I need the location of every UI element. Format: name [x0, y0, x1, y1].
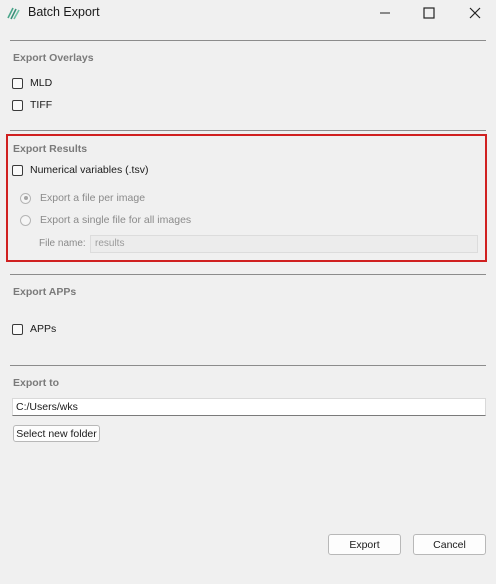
app-logo-icon — [6, 5, 22, 21]
close-button[interactable] — [452, 0, 496, 26]
radio-per-image-row[interactable]: Export a file per image — [20, 190, 145, 206]
apps-heading: Export APPs — [13, 286, 77, 298]
radio-single-file-row[interactable]: Export a single file for all images — [20, 212, 191, 228]
numerical-variables-label: Numerical variables (.tsv) — [30, 164, 149, 176]
file-name-label: File name: — [39, 238, 86, 249]
tiff-label: TIFF — [30, 99, 53, 111]
minimize-button[interactable] — [362, 0, 408, 26]
single-file-radio[interactable] — [20, 214, 31, 226]
maximize-button[interactable] — [406, 0, 452, 26]
select-new-folder-button[interactable]: Select new folder — [13, 425, 100, 442]
per-image-radio[interactable] — [20, 192, 31, 204]
results-heading: Export Results — [13, 143, 88, 155]
export-button[interactable]: Export — [328, 534, 401, 555]
file-name-input[interactable]: results — [90, 235, 478, 253]
apps-label: APPs — [30, 323, 57, 335]
numerical-variables-checkbox[interactable] — [12, 164, 23, 176]
window-title: Batch Export — [28, 5, 100, 19]
maximize-icon — [423, 7, 435, 19]
export-to-heading: Export to — [13, 377, 60, 389]
close-icon — [469, 7, 481, 19]
mld-checkbox-row[interactable]: MLD — [12, 75, 52, 91]
mld-label: MLD — [30, 77, 53, 89]
tiff-checkbox[interactable] — [12, 99, 23, 111]
export-path-input[interactable]: C:/Users/wks — [12, 398, 486, 416]
tiff-checkbox-row[interactable]: TIFF — [12, 97, 52, 113]
minimize-icon — [379, 7, 391, 19]
per-image-label: Export a file per image — [40, 192, 146, 204]
section-divider — [10, 40, 486, 41]
mld-checkbox[interactable] — [12, 77, 23, 89]
section-divider — [10, 130, 486, 131]
cancel-button[interactable]: Cancel — [413, 534, 486, 555]
overlays-heading: Export Overlays — [13, 52, 94, 64]
apps-checkbox[interactable] — [12, 323, 23, 335]
single-file-label: Export a single file for all images — [40, 214, 192, 226]
section-divider — [10, 274, 486, 275]
section-divider — [10, 365, 486, 366]
numerical-checkbox-row[interactable]: Numerical variables (.tsv) — [12, 162, 148, 178]
apps-checkbox-row[interactable]: APPs — [12, 321, 56, 337]
